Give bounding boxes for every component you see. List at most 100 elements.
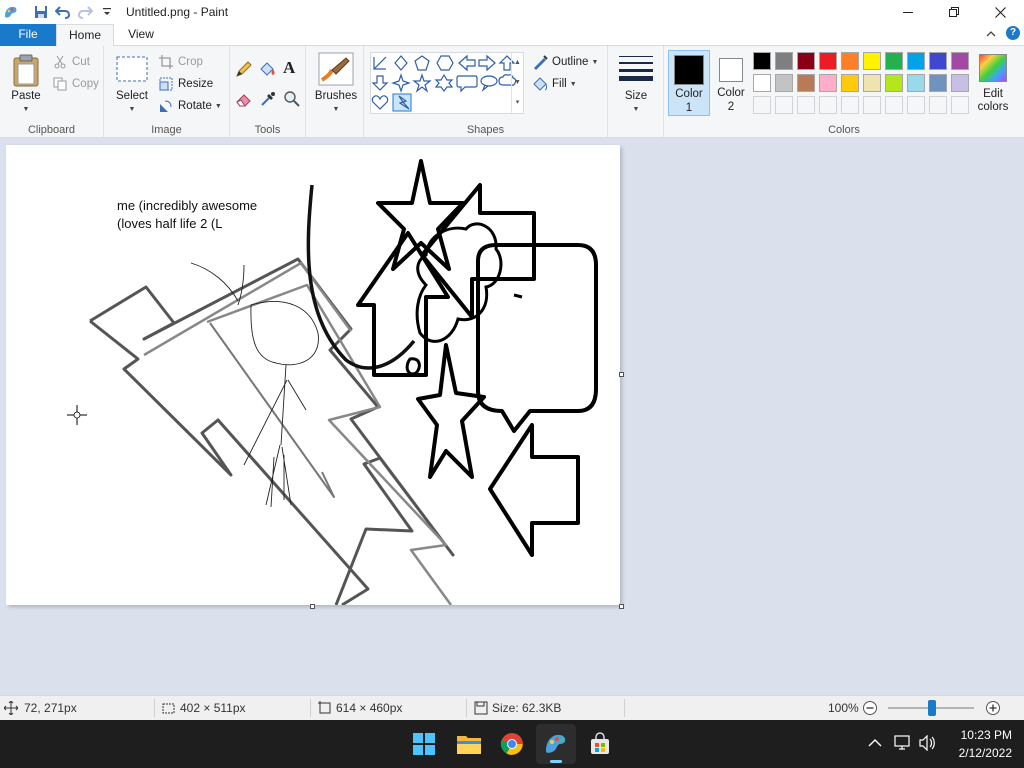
- status-bar: 72, 271px 402 × 511px 614 × 460px Size: …: [0, 695, 1024, 720]
- custom-color-slot[interactable]: [885, 96, 903, 114]
- resize-button[interactable]: Resize: [158, 74, 213, 94]
- canvas-workspace[interactable]: me (incredibly awesome (loves half life …: [0, 138, 1024, 695]
- paint-app-icon[interactable]: [0, 0, 22, 24]
- clock[interactable]: 10:23 PM 2/12/2022: [959, 726, 1012, 762]
- color1-button[interactable]: Color 1: [668, 50, 710, 116]
- brushes-button[interactable]: Brushes ▼: [312, 50, 360, 116]
- color-swatch[interactable]: [797, 74, 815, 92]
- color-picker-icon[interactable]: [259, 90, 277, 111]
- volume-icon[interactable]: [918, 734, 938, 754]
- network-icon[interactable]: [894, 735, 912, 754]
- text-tool-icon[interactable]: A: [283, 58, 295, 78]
- magnifier-icon[interactable]: [283, 90, 301, 111]
- pentagon-shape-icon[interactable]: [414, 55, 430, 71]
- paint-taskbar-button[interactable]: [536, 724, 576, 764]
- custom-color-slot[interactable]: [775, 96, 793, 114]
- select-button[interactable]: Select ▼: [110, 52, 154, 116]
- color-swatch[interactable]: [907, 74, 925, 92]
- fill-button[interactable]: Fill ▼: [532, 74, 577, 94]
- line-shape-icon[interactable]: [373, 56, 387, 70]
- hexagon-shape-icon[interactable]: [436, 55, 454, 71]
- arrow-down-shape-icon[interactable]: [371, 75, 389, 91]
- edit-colors-button[interactable]: Edit colors: [970, 50, 1016, 116]
- arrow-right-shape-icon[interactable]: [478, 54, 496, 72]
- five-point-star-icon[interactable]: [412, 73, 432, 93]
- redo-icon[interactable]: [74, 0, 96, 24]
- custom-color-slot[interactable]: [863, 96, 881, 114]
- color-swatch[interactable]: [951, 52, 969, 70]
- help-icon[interactable]: ?: [1006, 26, 1020, 40]
- custom-color-slot[interactable]: [929, 96, 947, 114]
- size-button[interactable]: Size ▼: [614, 52, 658, 116]
- color-swatch[interactable]: [929, 52, 947, 70]
- outline-button[interactable]: Outline ▼: [532, 52, 598, 72]
- diamond-shape-icon[interactable]: [394, 55, 408, 71]
- color-swatch[interactable]: [951, 74, 969, 92]
- color-swatch[interactable]: [885, 52, 903, 70]
- chevron-up-icon[interactable]: [868, 737, 882, 751]
- custom-color-slot[interactable]: [819, 96, 837, 114]
- four-point-star-icon[interactable]: [391, 73, 411, 93]
- custom-color-slot[interactable]: [841, 96, 859, 114]
- zoom-in-button[interactable]: [985, 696, 1001, 720]
- color-swatch[interactable]: [753, 74, 771, 92]
- drawing-canvas[interactable]: me (incredibly awesome (loves half life …: [6, 145, 620, 605]
- custom-color-slot[interactable]: [753, 96, 771, 114]
- custom-color-slot[interactable]: [797, 96, 815, 114]
- arrow-left-shape-icon[interactable]: [458, 54, 476, 72]
- zoom-out-button[interactable]: [862, 696, 878, 720]
- tab-view[interactable]: View: [114, 24, 168, 46]
- customize-toolbar-icon[interactable]: [96, 0, 118, 24]
- tab-home[interactable]: Home: [56, 24, 114, 47]
- resize-handle-bottom[interactable]: [310, 604, 315, 609]
- close-button[interactable]: [977, 0, 1023, 24]
- pencil-icon[interactable]: [235, 60, 253, 81]
- color2-button[interactable]: Color 2: [712, 50, 750, 116]
- collapse-ribbon-icon[interactable]: [986, 27, 996, 41]
- color-swatch[interactable]: [797, 52, 815, 70]
- paste-button[interactable]: Paste ▼: [4, 50, 48, 116]
- color-swatch[interactable]: [863, 74, 881, 92]
- color-swatch[interactable]: [819, 74, 837, 92]
- rotate-button[interactable]: Rotate ▼: [158, 96, 222, 116]
- color-swatch[interactable]: [841, 74, 859, 92]
- rotate-icon: [158, 98, 174, 114]
- minimize-button[interactable]: [885, 0, 931, 24]
- color-swatch[interactable]: [929, 74, 947, 92]
- cut-button[interactable]: Cut: [52, 52, 90, 72]
- undo-icon[interactable]: [52, 0, 74, 24]
- file-explorer-button[interactable]: [449, 724, 489, 764]
- color-swatch[interactable]: [775, 52, 793, 70]
- crop-button[interactable]: Crop: [158, 52, 203, 72]
- color-swatch[interactable]: [841, 52, 859, 70]
- tab-file[interactable]: File: [0, 24, 56, 46]
- shapes-scrollbar[interactable]: ▲ ▼ ▾: [511, 53, 523, 115]
- zoom-slider-thumb[interactable]: [928, 700, 936, 716]
- fill-bucket-icon[interactable]: [258, 60, 276, 81]
- copy-button[interactable]: Copy: [52, 74, 99, 94]
- selection-size: 402 × 511px: [162, 696, 246, 720]
- store-button[interactable]: [580, 724, 620, 764]
- six-point-star-icon[interactable]: [434, 73, 454, 92]
- color-swatch[interactable]: [863, 52, 881, 70]
- custom-color-slot[interactable]: [907, 96, 925, 114]
- oval-callout-icon[interactable]: [480, 75, 498, 92]
- brush-icon: [318, 52, 354, 86]
- color-swatch[interactable]: [775, 74, 793, 92]
- color-swatch[interactable]: [753, 52, 771, 70]
- color-swatch[interactable]: [819, 52, 837, 70]
- heart-shape-icon[interactable]: [371, 95, 389, 110]
- chrome-button[interactable]: [492, 724, 532, 764]
- start-button[interactable]: [404, 724, 444, 764]
- custom-color-slot[interactable]: [951, 96, 969, 114]
- color-swatch[interactable]: [907, 52, 925, 70]
- save-icon[interactable]: [30, 0, 52, 24]
- zoom-slider[interactable]: [888, 696, 974, 720]
- eraser-icon[interactable]: [235, 90, 253, 111]
- maximize-button[interactable]: [931, 0, 977, 24]
- resize-handle-corner[interactable]: [619, 604, 624, 609]
- resize-icon: [158, 76, 174, 92]
- color-swatch[interactable]: [885, 74, 903, 92]
- rounded-callout-icon[interactable]: [456, 75, 478, 93]
- resize-handle-right[interactable]: [619, 372, 624, 377]
